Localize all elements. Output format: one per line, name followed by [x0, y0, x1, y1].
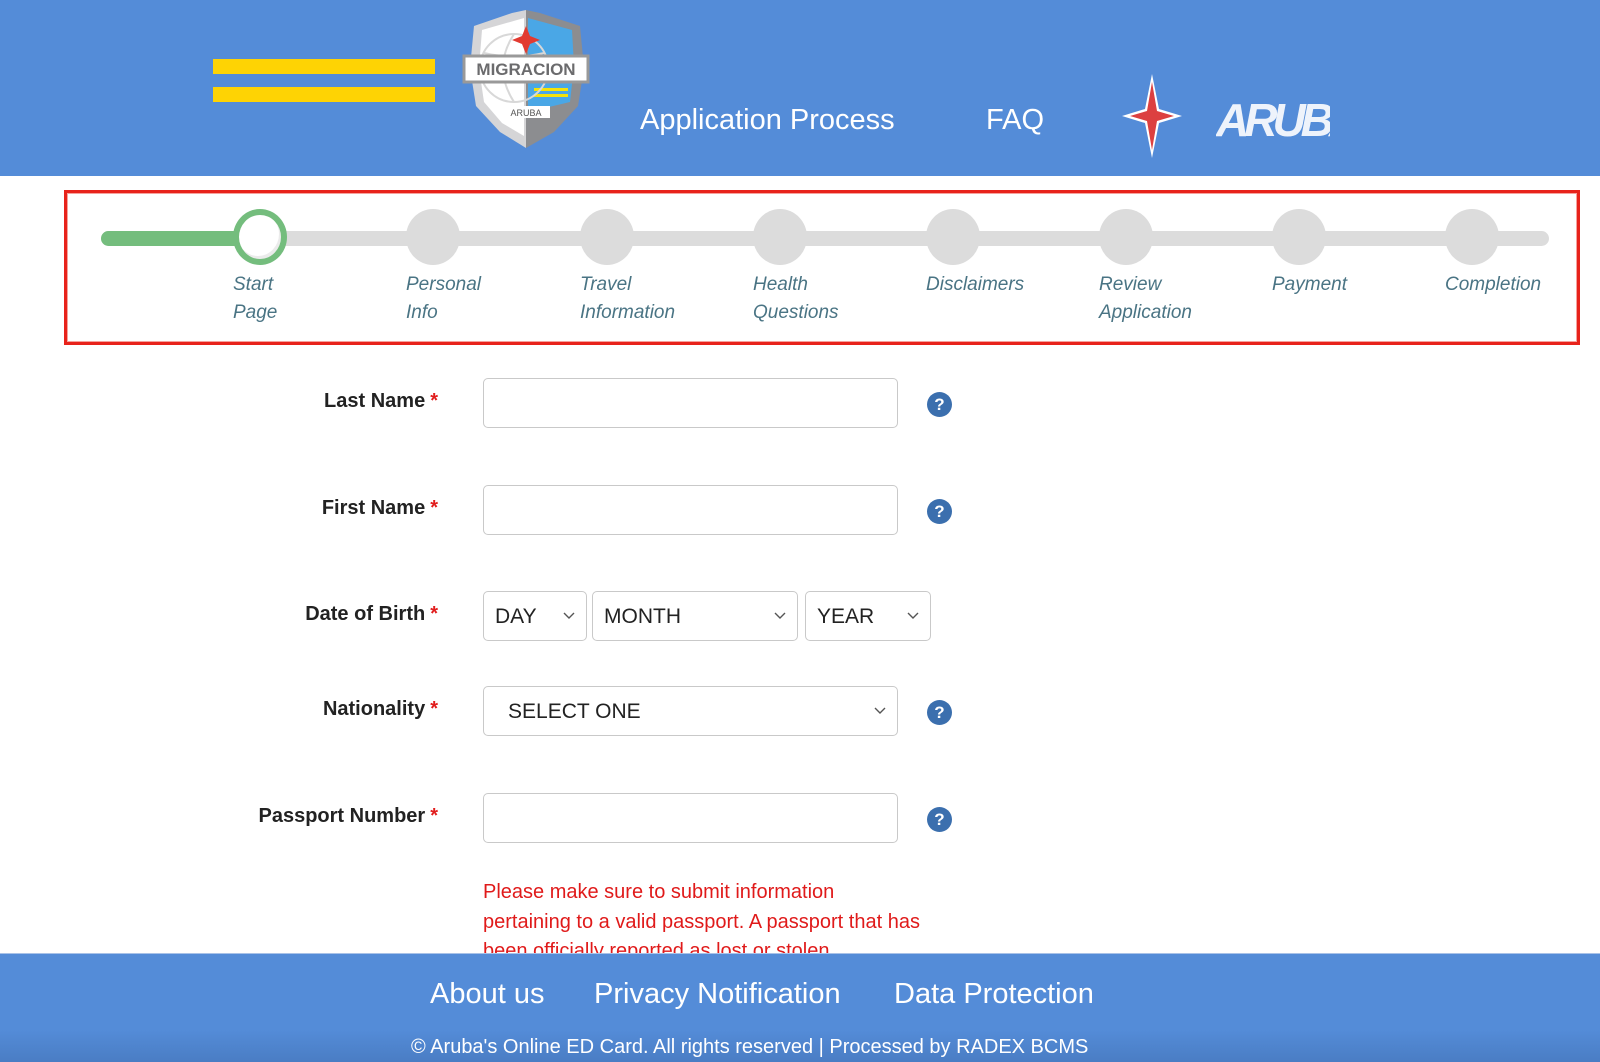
site-header: MIGRACION ARUBA Application Process FAQ … [0, 0, 1600, 176]
menu-button[interactable] [213, 56, 435, 104]
dob-year-value: YEAR [817, 605, 875, 628]
required-marker: * [430, 805, 438, 827]
step-indicator[interactable] [753, 209, 807, 265]
progress-stepper: Start Page Personal Info Travel Informat… [64, 190, 1580, 345]
required-marker: * [430, 603, 438, 625]
red-compass-star-icon [1122, 74, 1182, 158]
step-indicator[interactable] [926, 209, 980, 265]
passport-number-input[interactable] [483, 793, 898, 843]
progress-track [101, 231, 1549, 246]
step-indicator[interactable] [1099, 209, 1153, 265]
last-name-label: Last Name * [324, 390, 438, 413]
nationality-row: Nationality * SELECT ONE ? [0, 686, 1600, 736]
help-icon[interactable]: ? [927, 392, 952, 417]
date-of-birth-label-text: Date of Birth [305, 603, 426, 625]
aruba-wordmark-text: ARUBA [1216, 94, 1330, 146]
step-indicator[interactable] [580, 209, 634, 265]
step-indicator[interactable] [1445, 209, 1499, 265]
step-label: Payment [1272, 274, 1347, 295]
date-of-birth-row: Date of Birth * DAY MONTH YEAR [0, 591, 1600, 641]
chevron-down-icon [563, 612, 575, 619]
first-name-input[interactable] [483, 485, 898, 535]
nav-application-process[interactable]: Application Process [640, 104, 895, 137]
help-icon[interactable]: ? [927, 807, 952, 832]
dob-day-value: DAY [495, 605, 537, 628]
copyright-text: © Aruba's Online ED Card. All rights res… [411, 1036, 1089, 1058]
hamburger-menu-icon [213, 59, 435, 74]
nationality-value: SELECT ONE [508, 700, 641, 723]
help-icon[interactable]: ? [927, 499, 952, 524]
step-indicator[interactable] [1272, 209, 1326, 265]
site-footer: About us Privacy Notification Data Prote… [0, 953, 1600, 1062]
dob-month-select[interactable]: MONTH [592, 591, 798, 641]
last-name-label-text: Last Name [324, 390, 426, 412]
dob-year-select[interactable]: YEAR [805, 591, 931, 641]
logo-subtitle: ARUBA [510, 108, 541, 118]
required-marker: * [430, 497, 438, 519]
first-name-label: First Name * [322, 497, 438, 520]
last-name-row: Last Name * ? [0, 378, 1600, 428]
hamburger-menu-icon-bar [213, 87, 435, 102]
migracion-shield-logo[interactable]: MIGRACION ARUBA [462, 8, 590, 153]
step-label: Start Page [233, 274, 278, 323]
first-name-row: First Name * ? [0, 485, 1600, 535]
logo-title: MIGRACION [476, 60, 575, 79]
footer-privacy-notification-link[interactable]: Privacy Notification [594, 978, 841, 1011]
step-label: Health Questions [753, 274, 839, 323]
step-label: Completion [1445, 274, 1542, 295]
step-label: Disclaimers [926, 274, 1025, 295]
page: MIGRACION ARUBA Application Process FAQ … [0, 0, 1600, 1062]
passport-number-row: Passport Number * ? [0, 793, 1600, 843]
step-indicator-active[interactable] [233, 209, 287, 265]
dob-month-value: MONTH [604, 605, 681, 628]
help-icon[interactable]: ? [927, 700, 952, 725]
footer-about-us-link[interactable]: About us [430, 978, 544, 1011]
chevron-down-icon [774, 612, 786, 619]
dob-day-select[interactable]: DAY [483, 591, 587, 641]
step-indicator[interactable] [406, 209, 460, 265]
nationality-label-text: Nationality [322, 698, 426, 720]
passport-number-label-text: Passport Number [258, 805, 426, 827]
required-marker: * [430, 390, 438, 412]
required-marker: * [430, 698, 438, 720]
passport-number-label: Passport Number * [258, 805, 438, 828]
nav-faq[interactable]: FAQ [986, 104, 1044, 137]
nationality-label: Nationality * [323, 698, 438, 721]
aruba-wordmark-logo[interactable]: ARUBA [1216, 80, 1330, 152]
first-name-label-text: First Name [321, 497, 426, 519]
step-label: Travel Information [580, 274, 676, 323]
footer-data-protection-link[interactable]: Data Protection [894, 978, 1094, 1011]
chevron-down-icon [874, 707, 886, 714]
step-label: Review Application [1099, 274, 1192, 323]
nationality-select[interactable]: SELECT ONE [483, 686, 898, 736]
last-name-input[interactable] [483, 378, 898, 428]
date-of-birth-label: Date of Birth * [305, 603, 438, 626]
step-label: Personal Info [406, 274, 481, 323]
chevron-down-icon [907, 612, 919, 619]
